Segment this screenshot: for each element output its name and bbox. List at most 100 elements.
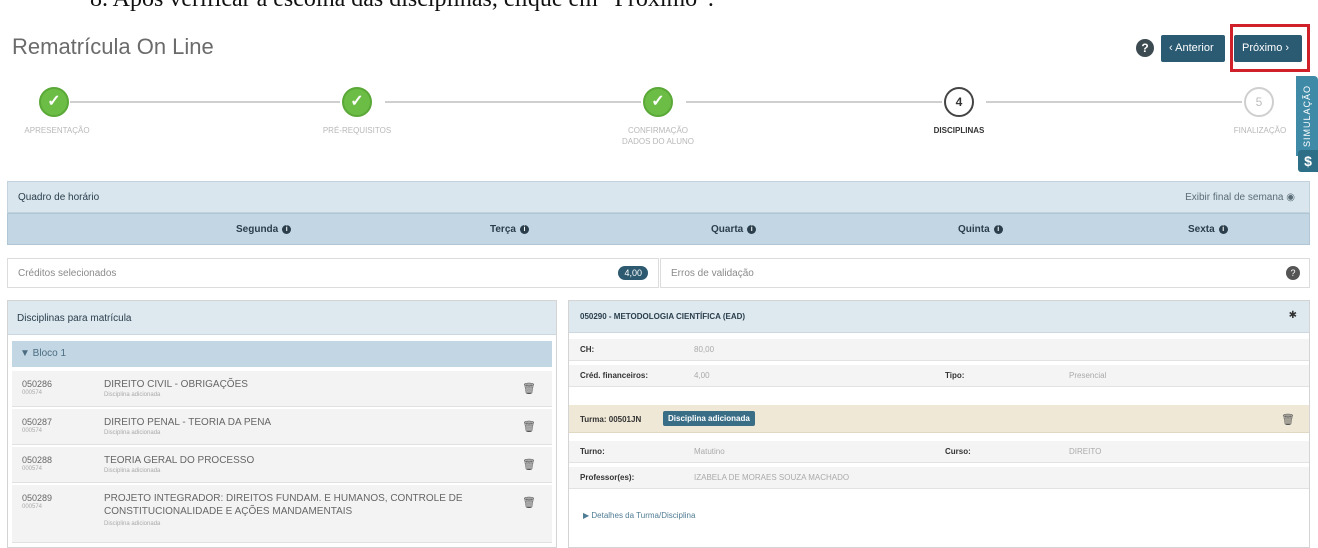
cred-label: Créd. financeiros: xyxy=(580,371,649,380)
discipline-subcode: 000574 xyxy=(22,428,43,434)
simulation-side-tab[interactable]: SIMULAÇÃO xyxy=(1296,76,1318,156)
bloco-label: ▼ Bloco 1 xyxy=(20,348,67,359)
disciplines-title: Disciplinas para matrícula xyxy=(17,313,132,324)
bloco-toggle[interactable]: ▼ Bloco 1 xyxy=(12,341,552,367)
disciplines-panel: Disciplinas para matrícula ▼ Bloco 1 050… xyxy=(7,300,557,548)
step-3-check-icon[interactable]: ✓ xyxy=(643,87,673,117)
trash-icon[interactable]: 🗑 xyxy=(1281,413,1295,426)
day-friday[interactable]: Sexta i xyxy=(1188,224,1228,235)
info-icon: i xyxy=(993,225,1003,234)
info-icon: i xyxy=(519,225,529,234)
next-button-highlight xyxy=(1230,24,1310,72)
trash-icon[interactable]: 🗑 xyxy=(522,496,536,509)
step-4-current[interactable]: 4 xyxy=(944,87,974,117)
stepper-connector xyxy=(385,101,641,103)
step-5-pending[interactable]: 5 xyxy=(1244,87,1274,117)
day-tuesday[interactable]: Terça i xyxy=(490,224,529,235)
day-label: Terça xyxy=(490,224,516,235)
stepper-connector xyxy=(70,101,340,103)
trash-icon[interactable]: 🗑 xyxy=(522,420,536,433)
discipline-name: TEORIA GERAL DO PROCESSO xyxy=(104,455,255,466)
step-2-check-icon[interactable]: ✓ xyxy=(342,87,372,117)
list-item[interactable]: 050289 000574 PROJETO INTEGRADOR: DIREIT… xyxy=(12,485,552,543)
cred-value: 4,00 xyxy=(694,371,710,380)
list-item[interactable]: 050286 000574 DIREITO CIVIL - OBRIGAÇÕES… xyxy=(12,371,552,407)
turma-row: Turma: 00501JN Disciplina adicionada 🗑 xyxy=(569,405,1309,433)
day-monday[interactable]: Segunda i xyxy=(236,224,292,235)
dollar-icon[interactable]: $ xyxy=(1298,150,1318,172)
discipline-tag: Disciplina adicionada xyxy=(104,392,161,398)
stepper-connector xyxy=(686,101,942,103)
discipline-subcode: 000574 xyxy=(22,390,43,396)
credits-box: Créditos selecionados 4,00 xyxy=(7,258,659,288)
discipline-tag: Disciplina adicionada xyxy=(104,468,161,474)
detail-row-credits: Créd. financeiros: 4,00 Tipo: Presencial xyxy=(569,365,1309,387)
discipline-code: 050288 xyxy=(22,455,53,465)
discipline-tag: Disciplina adicionada xyxy=(104,430,161,436)
discipline-name: DIREITO CIVIL - OBRIGAÇÕES xyxy=(104,379,248,390)
step-1-label: APRESENTAÇÃO xyxy=(24,126,90,135)
day-label: Sexta xyxy=(1188,224,1215,235)
prof-value: IZABELA DE MORAES SOUZA MACHADO xyxy=(694,473,850,482)
credits-label: Créditos selecionados xyxy=(18,268,117,279)
step-5-label: FINALIZAÇÃO xyxy=(1233,126,1287,135)
trash-icon[interactable]: 🗑 xyxy=(522,382,536,395)
step-2-label: PRÉ-REQUISITOS xyxy=(322,126,392,135)
weekend-toggle[interactable]: Exibir final de semana ◉ xyxy=(1185,192,1295,203)
day-wednesday[interactable]: Quarta i xyxy=(711,224,757,235)
discipline-code: 050289 xyxy=(22,493,53,503)
added-badge: Disciplina adicionada xyxy=(663,411,755,426)
discipline-tag: Disciplina adicionada xyxy=(104,521,161,527)
detail-row-turno: Turno: Matutino Curso: DIREITO xyxy=(569,441,1309,463)
discipline-subcode: 000574 xyxy=(22,466,43,472)
day-label: Segunda xyxy=(236,224,279,235)
curso-label: Curso: xyxy=(945,447,971,456)
info-icon: i xyxy=(747,225,757,234)
details-link[interactable]: ▶ Detalhes da Turma/Disciplina xyxy=(583,511,695,520)
ch-value: 80,00 xyxy=(694,345,715,354)
discipline-name: DIREITO PENAL - TEORIA DA PENA xyxy=(104,417,272,428)
prof-label: Professor(es): xyxy=(580,473,635,482)
pin-icon[interactable]: ✱ xyxy=(1289,310,1297,321)
schedule-header: Quadro de horário Exibir final de semana… xyxy=(7,181,1310,213)
trash-icon[interactable]: 🗑 xyxy=(522,458,536,471)
top-caption: 8. Após verificar a escolha das discipli… xyxy=(90,0,714,13)
tipo-value: Presencial xyxy=(1069,371,1107,380)
discipline-code: 050286 xyxy=(22,379,53,389)
turno-label: Turno: xyxy=(580,447,605,456)
info-icon: i xyxy=(1218,225,1228,234)
step-3-label: CONFIRMAÇÃO DADOS DO ALUNO xyxy=(621,126,694,146)
help-icon[interactable]: ? xyxy=(1286,266,1300,280)
detail-row-professor: Professor(es): IZABELA DE MORAES SOUZA M… xyxy=(569,467,1309,489)
discipline-detail-panel: 050290 - METODOLOGIA CIENTÍFICA (EAD) ✱ … xyxy=(568,300,1310,548)
schedule-title: Quadro de horário xyxy=(18,192,100,203)
step-4-label: DISCIPLINAS xyxy=(933,126,985,135)
detail-header: 050290 - METODOLOGIA CIENTÍFICA (EAD) ✱ xyxy=(569,301,1309,333)
page-title: Rematrícula On Line xyxy=(12,34,214,59)
tipo-label: Tipo: xyxy=(945,371,965,380)
help-icon[interactable]: ? xyxy=(1136,39,1154,57)
discipline-name: PROJETO INTEGRADOR: DIREITOS FUNDAM. E H… xyxy=(104,493,463,517)
discipline-subcode: 000574 xyxy=(22,504,43,510)
day-label: Quinta xyxy=(958,224,990,235)
list-item[interactable]: 050288 000574 TEORIA GERAL DO PROCESSO D… xyxy=(12,447,552,483)
step-1-check-icon[interactable]: ✓ xyxy=(39,87,69,117)
weekend-toggle-label: Exibir final de semana xyxy=(1185,192,1284,203)
stepper-connector xyxy=(986,101,1242,103)
turno-value: Matutino xyxy=(694,447,725,456)
validation-label: Erros de validação xyxy=(671,268,754,279)
discipline-code: 050287 xyxy=(22,417,53,427)
curso-value: DIREITO xyxy=(1069,447,1102,456)
eye-icon: ◉ xyxy=(1286,192,1295,203)
day-thursday[interactable]: Quinta i xyxy=(958,224,1003,235)
validation-box: Erros de validação ? xyxy=(660,258,1310,288)
previous-button[interactable]: ‹ Anterior xyxy=(1161,35,1225,62)
info-icon: i xyxy=(282,225,292,234)
turma-label: Turma: 00501JN xyxy=(580,415,642,424)
ch-label: CH: xyxy=(580,345,595,354)
list-item[interactable]: 050287 000574 DIREITO PENAL - TEORIA DA … xyxy=(12,409,552,445)
disciplines-header: Disciplinas para matrícula xyxy=(8,301,556,335)
top-caption-strip: 8. Após verificar a escolha das discipli… xyxy=(0,0,1318,14)
detail-row-ch: CH: 80,00 xyxy=(569,339,1309,361)
credits-badge: 4,00 xyxy=(618,266,648,280)
